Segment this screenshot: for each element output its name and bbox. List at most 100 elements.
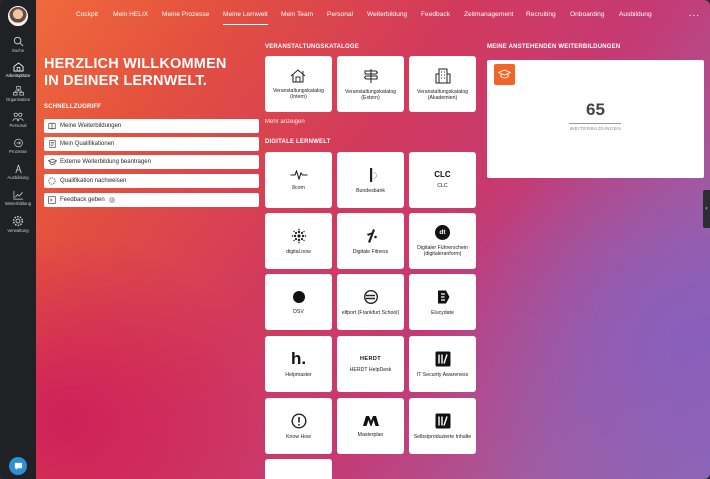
- book-icon: [48, 122, 56, 130]
- tile-label: CLC: [437, 182, 448, 189]
- sidebar-item-label: Personal: [9, 123, 27, 128]
- welcome-line-1: HERZLICH WILLKOMMEN: [44, 56, 227, 72]
- tab-ausbildung[interactable]: Ausbildung: [619, 11, 652, 18]
- collapse-panel-handle[interactable]: ‹: [703, 190, 710, 228]
- learning-tile-8com[interactable]: 8com: [265, 152, 332, 208]
- tab-meine-lernwelt[interactable]: Meine Lernwelt: [223, 11, 268, 25]
- tile-label: Digitaler Führerschein (digitaleranform): [417, 245, 468, 257]
- clc-logo-icon: CLC: [434, 169, 451, 179]
- catalogs-title: VERANSTALTUNGSKATALOGE: [265, 44, 359, 50]
- tile-label: Elucydate: [431, 309, 454, 316]
- quick-link-label: Meine Weiterbildungen: [60, 123, 122, 129]
- tile-label: digital.now: [286, 248, 311, 255]
- tab-meine-prozesse[interactable]: Meine Prozesse: [162, 11, 209, 18]
- learning-tile-digitaler-fuehrerschein[interactable]: dt Digitaler Führerschein (digitaleranfo…: [409, 213, 476, 269]
- quick-link-prove-qualification[interactable]: Qualifikation nachweisen: [44, 174, 259, 188]
- tab-recruiting[interactable]: Recruiting: [526, 11, 556, 18]
- learning-tile-partial[interactable]: [265, 459, 332, 479]
- graduation-icon: [47, 158, 57, 165]
- euro-icon: [363, 289, 378, 304]
- sidebar: Suche Arbeitsplätze Organisation Persona…: [0, 0, 36, 479]
- signpost-icon: [363, 68, 378, 83]
- tile-label: Know How: [286, 433, 311, 440]
- tile-label: Helpmaster: [285, 372, 312, 378]
- tile-label: Veranstaltungskatalog (Extern): [344, 88, 397, 101]
- gear-icon: [12, 215, 24, 227]
- sidebar-item-label: Organisation: [5, 97, 31, 102]
- h-logo-icon: h.: [290, 349, 307, 368]
- quick-link-label: Externe Weiterbildung beantragen: [60, 159, 151, 165]
- sidebar-item-continuing-education[interactable]: Weiterbildung: [0, 190, 36, 206]
- learning-tile-helpmaster[interactable]: h. Helpmaster: [265, 336, 332, 392]
- sidebar-item-training[interactable]: Ausbildung: [0, 164, 36, 180]
- sidebar-item-processes[interactable]: Prozesse: [0, 138, 36, 154]
- quick-link-my-qualifications[interactable]: Mein Qualifikationen: [44, 137, 259, 151]
- learning-tile-dsv[interactable]: DSV: [265, 274, 332, 330]
- tile-label: IT Security Awareness: [416, 371, 469, 378]
- quick-link-request-external-training[interactable]: Externe Weiterbildung beantragen: [44, 155, 259, 169]
- tile-label: elfport (Frankfurt School): [341, 309, 400, 316]
- welcome-line-2: IN DEINER LERNWELT.: [44, 73, 208, 89]
- slash-box-icon: [435, 413, 450, 428]
- show-more-link[interactable]: Mehr anzeigen: [265, 119, 305, 125]
- people-icon: [12, 112, 24, 122]
- user-avatar[interactable]: [8, 6, 28, 26]
- dashed-circle-icon: [48, 177, 56, 185]
- tab-feedback[interactable]: Feedback: [421, 11, 450, 18]
- tile-label: Masterplan: [357, 431, 384, 438]
- sidebar-item-label: Suche: [11, 48, 25, 53]
- quick-link-label: Feedback geben: [60, 197, 105, 203]
- graduation-icon: [498, 69, 511, 79]
- main-area: Cockpit Mein HELIX Meine Prozesse Meine …: [36, 0, 710, 479]
- sidebar-item-search[interactable]: Suche: [0, 36, 36, 53]
- tile-label: DSV: [293, 308, 304, 315]
- quick-link-my-trainings[interactable]: Meine Weiterbildungen: [44, 119, 259, 133]
- pulse-icon: [290, 169, 307, 180]
- tab-weiterbildung[interactable]: Weiterbildung: [367, 11, 407, 18]
- digital-learning-title: DIGITALE LERNWELT: [265, 139, 331, 145]
- learning-tile-elfport[interactable]: elfport (Frankfurt School): [337, 274, 404, 330]
- catalog-tile-akademien[interactable]: Veranstaltungskatalog (Akademien): [409, 56, 476, 112]
- sidebar-item-organisation[interactable]: Organisation: [0, 86, 36, 102]
- sidebar-item-administration[interactable]: Verwaltung: [0, 215, 36, 233]
- learning-tile-digital-now[interactable]: digital.now: [265, 213, 332, 269]
- catalog-tile-intern[interactable]: Veranstaltungskatalog (Intern): [265, 56, 332, 112]
- document-icon: [48, 140, 56, 148]
- tile-label: Selbstproduzierte Inhalte: [413, 433, 472, 440]
- chat-button[interactable]: [9, 457, 27, 475]
- tab-onboarding[interactable]: Onboarding: [570, 11, 604, 18]
- pending-trainings-card[interactable]: 65 WEITERBILDUNGEN: [487, 60, 704, 178]
- tab-mein-helix[interactable]: Mein HELIX: [113, 11, 148, 18]
- tile-label: Bundesbank: [356, 187, 385, 194]
- learning-tile-digitale-fitness[interactable]: Digitale Fitness: [337, 213, 404, 269]
- sidebar-item-workplaces[interactable]: Arbeitsplätze: [0, 62, 36, 78]
- more-menu-button[interactable]: ...: [689, 8, 700, 19]
- building-icon: [435, 68, 450, 83]
- tile-label: 8com: [292, 184, 305, 191]
- learning-tile-know-how[interactable]: Know How: [265, 398, 332, 454]
- house-icon: [290, 68, 305, 82]
- learning-tile-self-produced[interactable]: Selbstproduzierte Inhalte: [409, 398, 476, 454]
- search-icon: [13, 36, 23, 47]
- pending-count: 65: [586, 100, 605, 119]
- pending-label: WEITERBILDUNGEN: [569, 127, 622, 132]
- dots-sphere-icon: [291, 228, 306, 243]
- learning-tile-bundesbank[interactable]: Bundesbank: [337, 152, 404, 208]
- sidebar-item-label: Weiterbildung: [4, 201, 32, 206]
- learning-tile-masterplan[interactable]: Masterplan: [337, 398, 404, 454]
- quick-link-give-feedback[interactable]: Feedback geben i: [44, 193, 259, 207]
- sidebar-item-personal[interactable]: Personal: [0, 112, 36, 128]
- tab-cockpit[interactable]: Cockpit: [76, 11, 98, 18]
- top-navigation: Cockpit Mein HELIX Meine Prozesse Meine …: [36, 0, 710, 30]
- tab-zeitmanagement[interactable]: Zeitmanagement: [464, 11, 513, 18]
- learning-tile-it-security-awareness[interactable]: IT Security Awareness: [409, 336, 476, 392]
- feedback-icon: [48, 196, 56, 204]
- tile-label: HERDT HelpDesk: [349, 366, 392, 373]
- tab-mein-team[interactable]: Mein Team: [281, 11, 313, 18]
- learning-tile-elucydate[interactable]: Elucydate: [409, 274, 476, 330]
- info-icon[interactable]: i: [108, 197, 115, 203]
- catalog-tile-extern[interactable]: Veranstaltungskatalog (Extern): [337, 56, 404, 112]
- learning-tile-clc[interactable]: CLC CLC: [409, 152, 476, 208]
- tab-personal[interactable]: Personal: [327, 11, 353, 18]
- learning-tile-herdt-helpdesk[interactable]: HERDT HERDT HelpDesk: [337, 336, 404, 392]
